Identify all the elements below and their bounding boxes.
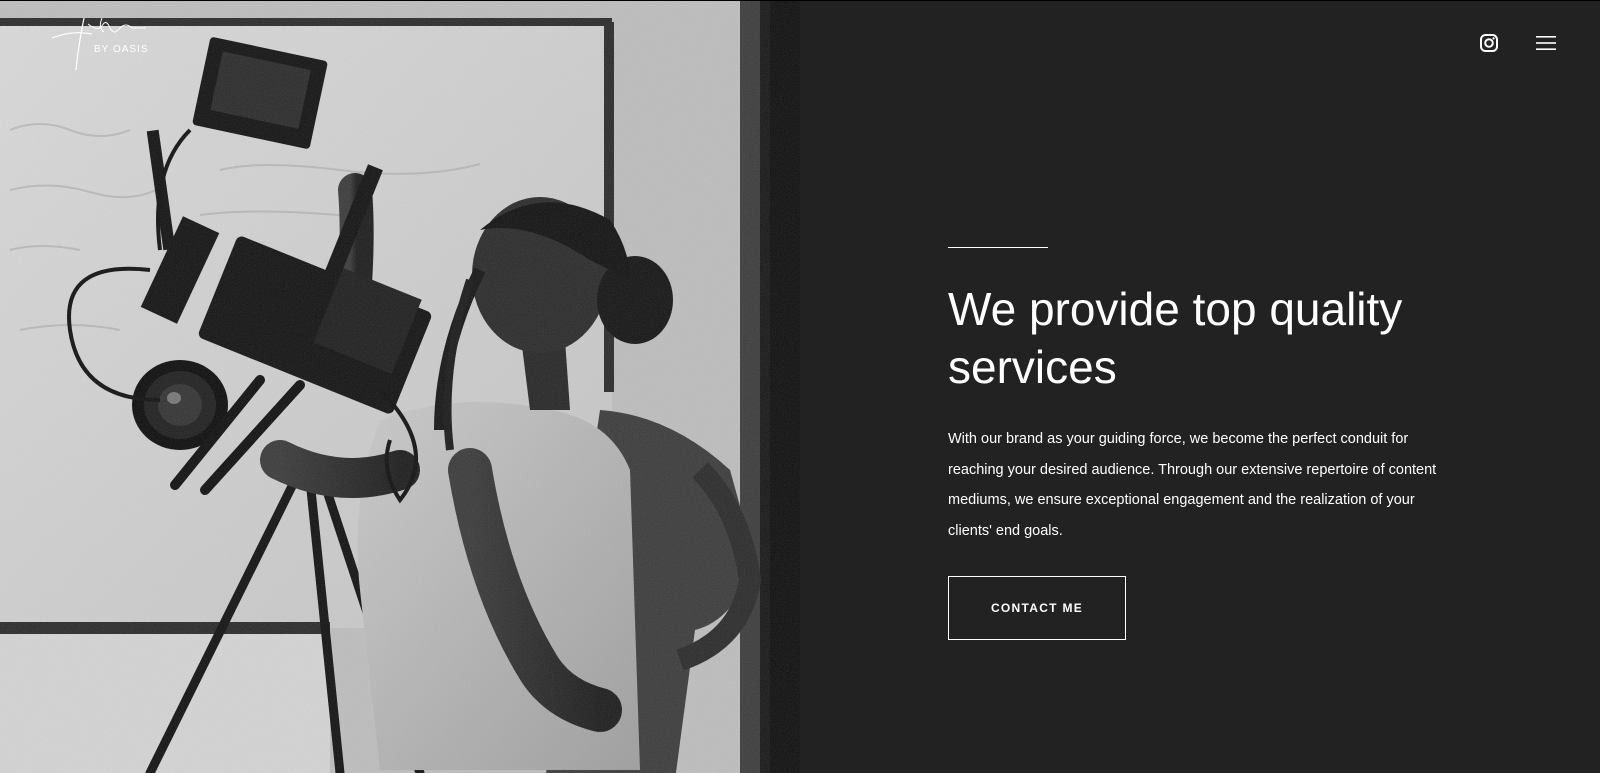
hamburger-menu-icon[interactable] [1536,35,1556,51]
hero-photo: BY OASIS [0,0,800,773]
page: BY OASIS We provide top quality services… [0,0,1600,773]
instagram-icon[interactable] [1480,34,1498,52]
photo-illustration [0,0,800,773]
hero-description: With our brand as your guiding force, we… [948,431,1437,539]
header-actions [1480,34,1556,52]
decorative-rule [948,247,1048,248]
hero-content: We provide top quality services With our… [948,247,1468,640]
hero-headline: We provide top quality services [948,283,1403,393]
logo-subtext: BY OASIS [94,44,149,55]
contact-me-button[interactable]: CONTACT ME [948,576,1126,640]
top-border [0,0,1600,1]
